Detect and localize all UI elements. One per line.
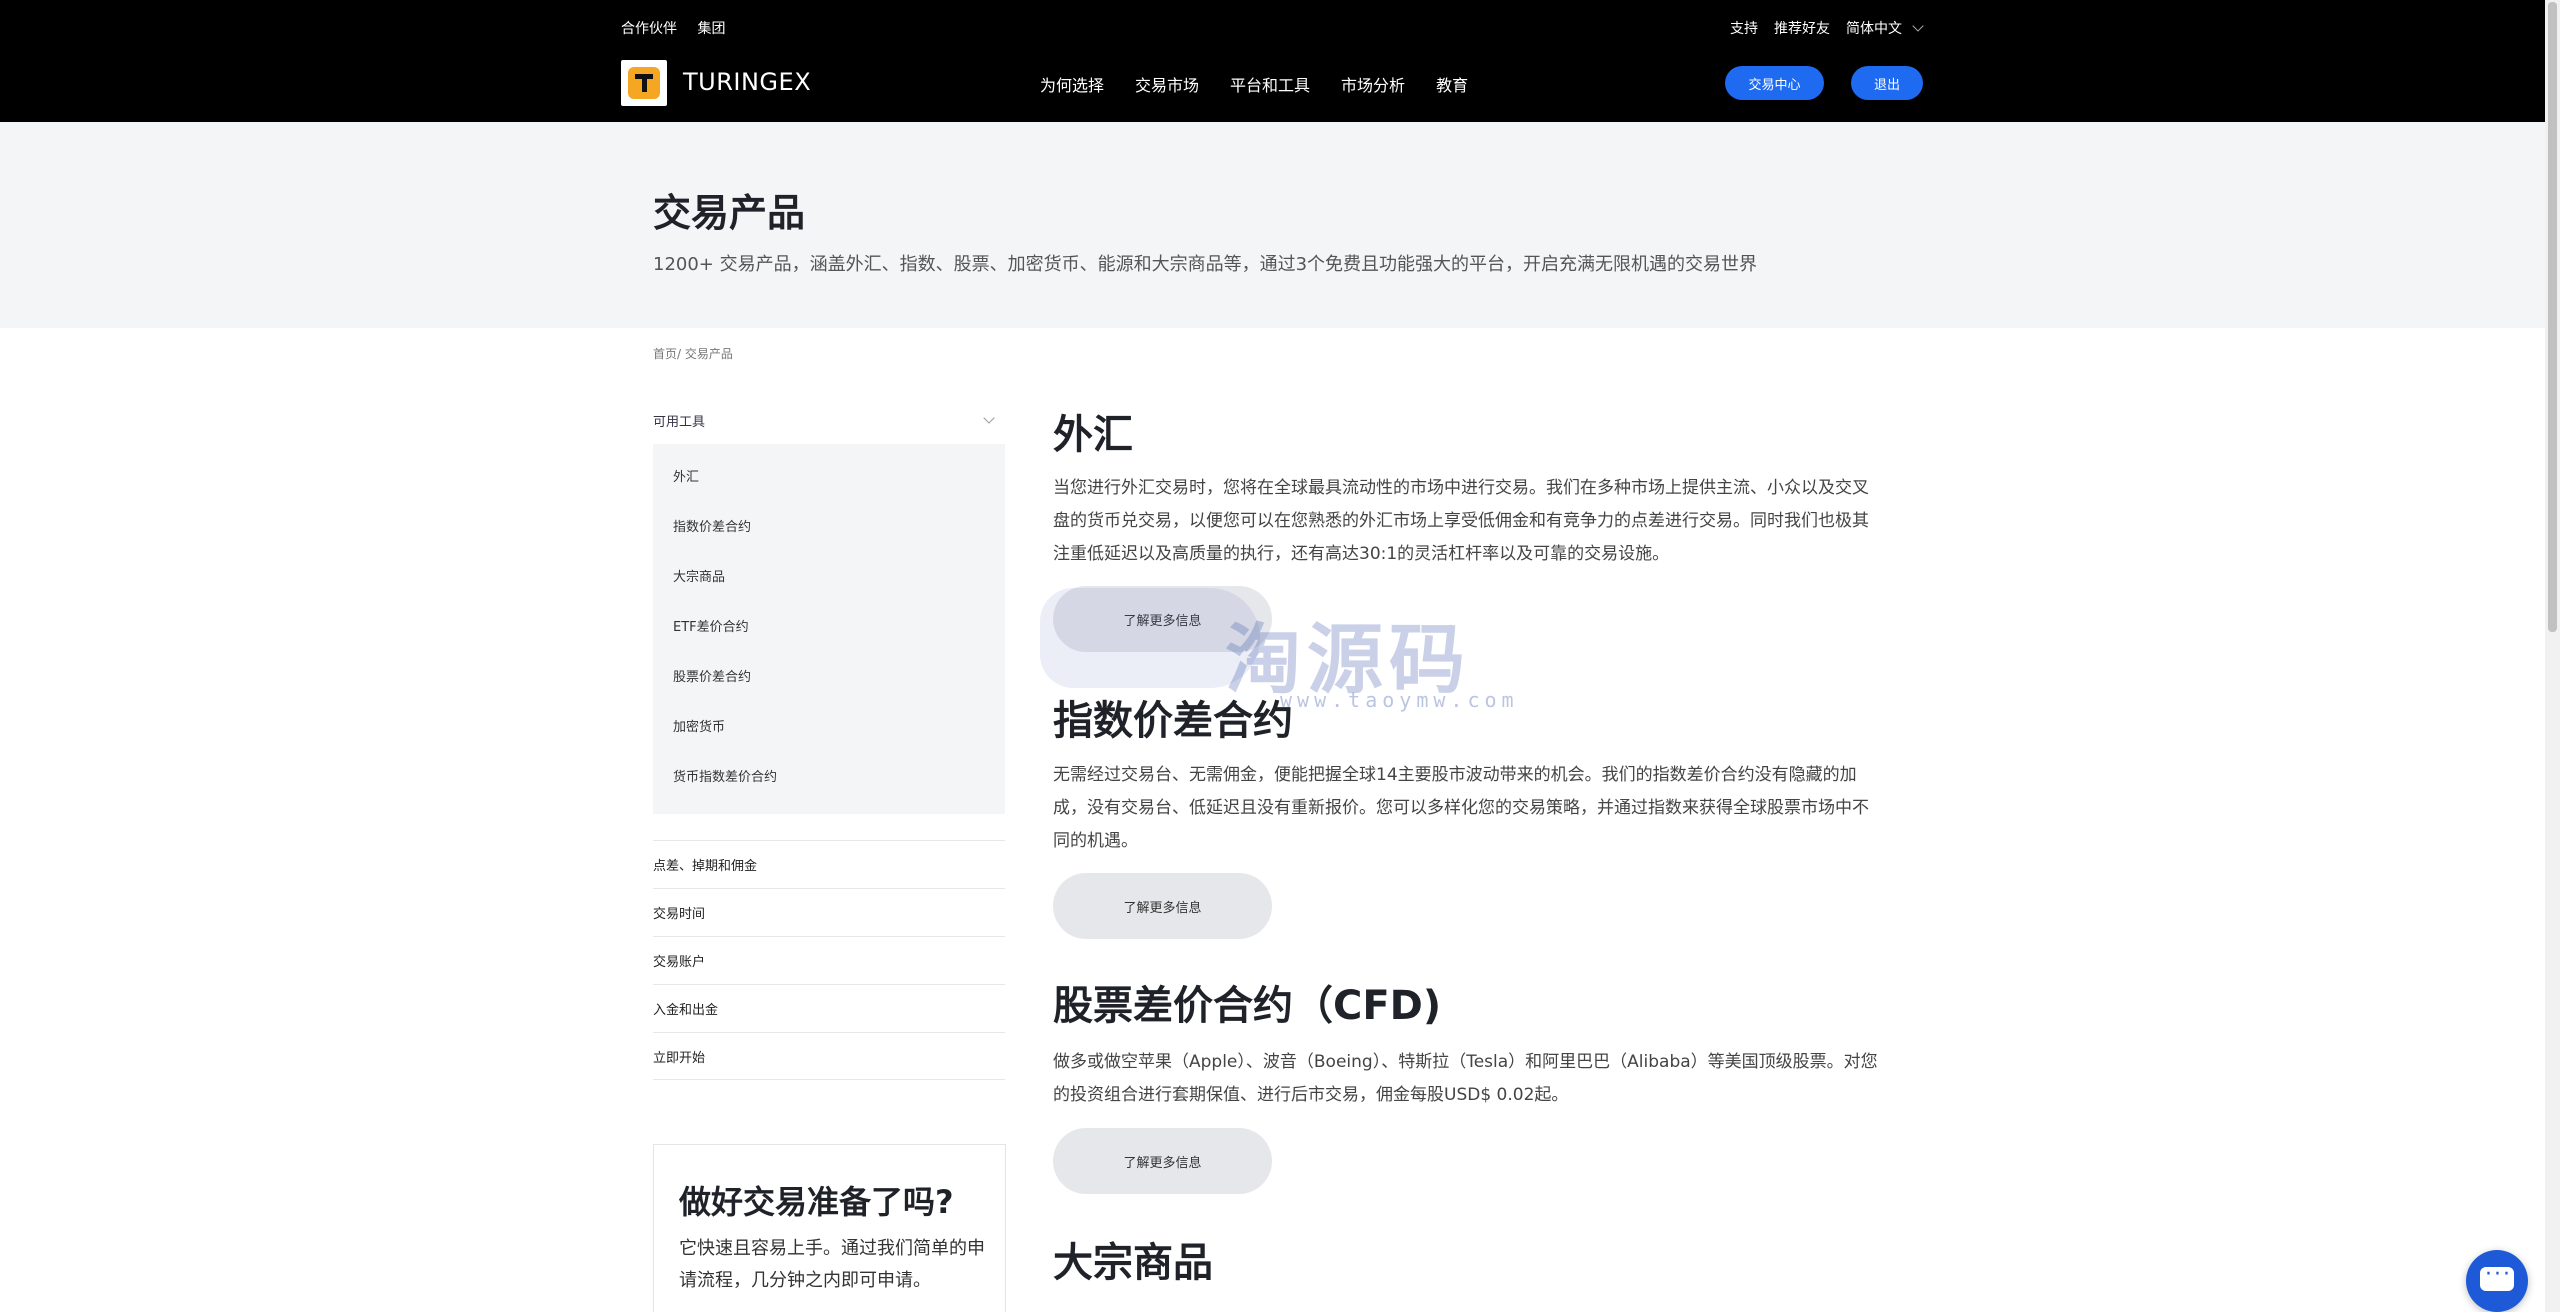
sidebar-item-stock-cfd[interactable]: 股票价差合约 — [673, 666, 751, 685]
sidebar-submenu: 外汇 指数价差合约 大宗商品 ETF差价合约 股票价差合约 加密货币 货币指数差… — [653, 444, 1005, 814]
sidebar-link-label: 入金和出金 — [653, 1003, 719, 1018]
support-link[interactable]: 支持 — [1730, 18, 1758, 38]
sidebar-link-label: 交易时间 — [653, 907, 706, 922]
partners-link[interactable]: 合作伙伴 — [621, 21, 677, 37]
page-title: 交易产品 — [653, 191, 806, 235]
page-subtitle: 1200+ 交易产品，涵盖外汇、指数、股票、加密货币、能源和大宗商品等，通过3个… — [653, 254, 1758, 275]
sidebar-link-start[interactable]: 立即开始 — [653, 1032, 1005, 1080]
section-title-stocks: 股票差价合约（CFD) — [1053, 983, 1442, 1029]
scrollbar-thumb[interactable] — [2548, 2, 2557, 632]
scrollbar[interactable] — [2545, 0, 2560, 1312]
sidebar-item-currency-index[interactable]: 货币指数差价合约 — [673, 766, 777, 785]
top-right-links: 支持 推荐好友 简体中文 — [1714, 18, 1924, 38]
chevron-down-icon[interactable] — [983, 412, 995, 424]
logo-icon[interactable] — [621, 60, 667, 106]
nav-analysis[interactable]: 市场分析 — [1341, 72, 1405, 96]
section-desc-index: 无需经过交易台、无需佣金，便能把握全球14主要股市波动带来的机会。我们的指数差价… — [1053, 765, 1869, 851]
referral-link[interactable]: 推荐好友 — [1774, 18, 1830, 38]
divider — [653, 1079, 1005, 1080]
section-title-index: 指数价差合约 — [1053, 698, 1293, 744]
cta-text: 它快速且容易上手。通过我们简单的申请流程，几分钟之内即可申请。 — [679, 1238, 985, 1291]
nav-education[interactable]: 教育 — [1436, 72, 1468, 96]
sidebar-item-index-cfd[interactable]: 指数价差合约 — [673, 516, 751, 535]
chat-icon[interactable] — [2466, 1250, 2528, 1312]
language-select[interactable]: 简体中文 — [1846, 18, 1902, 38]
main-nav: 为何选择 交易市场 平台和工具 市场分析 教育 — [1040, 72, 1499, 96]
learn-more-button[interactable]: 了解更多信息 — [1053, 873, 1272, 939]
top-left-links: 合作伙伴 集团 — [621, 18, 741, 38]
sidebar-link-label: 立即开始 — [653, 1051, 706, 1066]
sidebar-head-label: 可用工具 — [653, 414, 706, 430]
watermark-sub: www.taoymw.com — [1280, 688, 1519, 712]
sidebar-tools-toggle[interactable]: 可用工具 — [653, 405, 1005, 435]
nav-why-choose[interactable]: 为何选择 — [1040, 72, 1104, 96]
sidebar-link-funding[interactable]: 入金和出金 — [653, 984, 1005, 1032]
breadcrumb[interactable]: 首页/ 交易产品 — [653, 345, 733, 362]
sidebar-link-label: 交易账户 — [653, 955, 706, 970]
group-link[interactable]: 集团 — [697, 21, 725, 37]
section-desc-forex: 当您进行外汇交易时，您将在全球最具流动性的市场中进行交易。我们在多种市场上提供主… — [1053, 478, 1869, 564]
learn-more-button[interactable]: 了解更多信息 — [1053, 1128, 1272, 1194]
logout-button[interactable]: 退出 — [1851, 66, 1923, 100]
sidebar-item-crypto[interactable]: 加密货币 — [673, 716, 725, 735]
section-desc-stocks: 做多或做空苹果（Apple）、波音（Boeing）、特斯拉（Tesla）和阿里巴… — [1053, 1052, 1878, 1105]
brand-name[interactable]: TURINGEX — [683, 68, 811, 96]
sidebar-link-label: 点差、掉期和佣金 — [653, 859, 758, 874]
cta-title: 做好交易准备了吗? — [679, 1183, 954, 1221]
hero-banner: 交易产品 1200+ 交易产品，涵盖外汇、指数、股票、加密货币、能源和大宗商品等… — [0, 122, 2545, 328]
sidebar-link-hours[interactable]: 交易时间 — [653, 888, 1005, 936]
sidebar-link-accounts[interactable]: 交易账户 — [653, 936, 1005, 984]
sidebar-item-commodities[interactable]: 大宗商品 — [673, 566, 725, 585]
sidebar-item-etf-cfd[interactable]: ETF差价合约 — [673, 616, 749, 635]
top-header: 合作伙伴 集团 支持 推荐好友 简体中文 TURINGEX 为何选择 交易市场 … — [0, 0, 2545, 122]
section-title-forex: 外汇 — [1053, 412, 1133, 458]
trading-center-button[interactable]: 交易中心 — [1725, 66, 1824, 100]
nav-platforms[interactable]: 平台和工具 — [1230, 72, 1310, 96]
nav-markets[interactable]: 交易市场 — [1135, 72, 1199, 96]
section-title-commodities: 大宗商品 — [1053, 1240, 1213, 1286]
chevron-down-icon[interactable] — [1912, 20, 1924, 32]
sidebar-item-forex[interactable]: 外汇 — [673, 466, 699, 485]
sidebar-link-spreads[interactable]: 点差、掉期和佣金 — [653, 840, 1005, 888]
cta-card: 做好交易准备了吗? 它快速且容易上手。通过我们简单的申请流程，几分钟之内即可申请… — [653, 1144, 1006, 1312]
